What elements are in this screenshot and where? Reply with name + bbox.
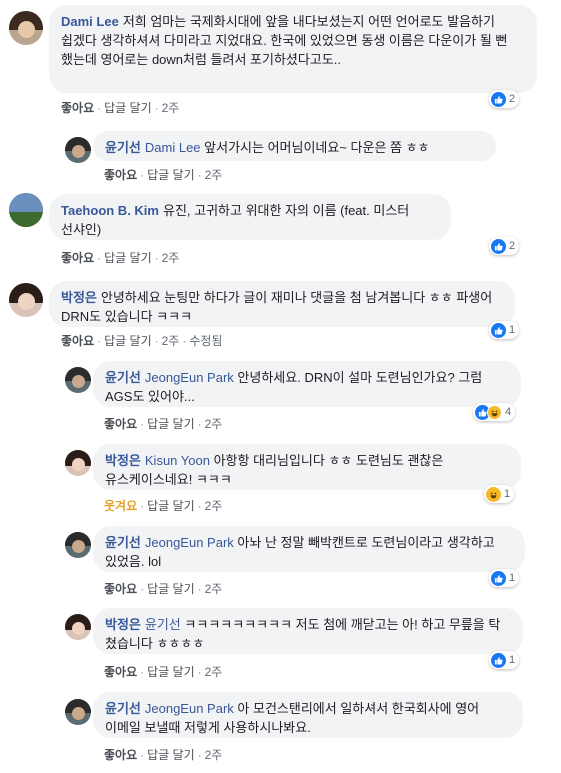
reaction-summary[interactable]: 1 [489,651,520,669]
comment-bubble: Dami Lee 저희 엄마는 국제화시대에 앞을 내다보셨는지 어떤 언어로도 … [49,5,537,93]
reaction-count: 1 [509,572,516,584]
haha-button[interactable]: 웃겨요 [104,499,137,513]
edited-label[interactable]: 수정됨 [189,334,222,348]
reaction-summary[interactable]: 2 [489,90,520,108]
reply-button[interactable]: 답글 달기 [147,665,195,679]
comment-actions: 좋아요 · 답글 달기 · 2주 [104,665,223,679]
reply-button[interactable]: 답글 달기 [104,101,152,115]
comment-bubble: 박정은 안녕하세요 눈팅만 하다가 글이 재미나 댓글을 첨 남겨봅니다 ㅎㅎ 파… [49,281,515,327]
comment-author[interactable]: 윤기선 [105,701,141,716]
timestamp[interactable]: 2주 [205,168,223,182]
reply-button[interactable]: 답글 달기 [147,168,195,182]
comment-mention[interactable]: JeongEun Park [145,535,234,550]
reaction-count: 1 [509,324,516,336]
reaction-summary[interactable]: 1 [489,321,520,339]
avatar[interactable] [65,614,91,640]
like-button[interactable]: 좋아요 [104,417,137,431]
avatar[interactable] [9,11,43,45]
timestamp[interactable]: 2주 [205,582,223,596]
comment-mention[interactable]: Kisun Yoon [145,453,210,468]
like-icon [491,238,506,254]
reaction-summary[interactable]: 4 [473,403,516,421]
comment-author[interactable]: 윤기선 [105,535,141,550]
comment-mention[interactable]: Dami Lee [145,140,201,155]
comment-actions: 좋아요 · 답글 달기 · 2주 [104,168,223,182]
comment-author[interactable]: 박정은 [105,453,141,468]
reply-button[interactable]: 답글 달기 [104,334,152,348]
comment-author[interactable]: 윤기선 [105,140,141,155]
comment-actions: 좋아요 · 답글 달기 · 2주 [104,582,223,596]
reaction-summary[interactable]: 2 [489,237,520,255]
reaction-count: 2 [509,93,516,105]
like-icon [491,570,506,586]
timestamp[interactable]: 2주 [162,101,180,115]
like-icon [491,91,506,107]
timestamp[interactable]: 2주 [162,251,180,265]
timestamp[interactable]: 2주 [162,334,180,348]
reaction-count: 4 [505,406,512,418]
avatar[interactable] [9,283,43,317]
avatar[interactable] [65,367,91,393]
comment-bubble: 박정은 윤기선 ㅋㅋㅋㅋㅋㅋㅋㅋㅋ 저도 첨에 깨닫고는 아! 하고 무릎을 탁 … [93,608,523,654]
reply-button[interactable]: 답글 달기 [104,251,152,265]
like-icon [491,652,506,668]
comment-author[interactable]: Dami Lee [61,14,119,29]
comment-actions: 웃겨요 · 답글 달기 · 2주 [104,499,223,513]
reaction-count: 1 [504,488,511,500]
comment-text: 앞서가시는 어머님이네요~ 다운은 쫌 ㅎㅎ [204,140,430,155]
like-button[interactable]: 좋아요 [104,665,137,679]
avatar[interactable] [9,193,43,227]
haha-icon [487,404,502,420]
comment-bubble: 박정은 Kisun Yoon 아항항 대리님입니다 ㅎㅎ 도련님도 괜찮은 유스케… [93,444,521,490]
comment-text: 안녕하세요 눈팅만 하다가 글이 재미나 댓글을 첨 남겨봅니다 ㅎㅎ 파생어 … [61,290,493,324]
reaction-count: 2 [509,240,516,252]
timestamp[interactable]: 2주 [205,748,223,762]
reaction-summary[interactable]: 1 [489,569,520,587]
comment-actions: 좋아요 · 답글 달기 · 2주 [61,251,180,265]
haha-icon [486,486,501,502]
timestamp[interactable]: 2주 [205,665,223,679]
comment-author[interactable]: Taehoon B. Kim [61,203,159,218]
like-button[interactable]: 좋아요 [104,748,137,762]
reply-button[interactable]: 답글 달기 [147,417,195,431]
avatar[interactable] [65,532,91,558]
like-button[interactable]: 좋아요 [61,334,94,348]
comment-actions: 좋아요 · 답글 달기 · 2주 · 수정됨 [61,334,223,348]
comment-mention[interactable]: 윤기선 [145,617,181,632]
comment-bubble: 윤기선 Dami Lee 앞서가시는 어머님이네요~ 다운은 쫌 ㅎㅎ [93,131,496,161]
comment-text: 저희 엄마는 국제화시대에 앞을 내다보셨는지 어떤 언어로도 발음하기 쉽겠다… [61,14,508,67]
like-button[interactable]: 좋아요 [61,251,94,265]
avatar[interactable] [65,137,91,163]
comment-author[interactable]: 윤기선 [105,370,141,385]
comment-actions: 좋아요 · 답글 달기 · 2주 [61,101,180,115]
reaction-summary[interactable]: 1 [484,485,515,503]
comment-actions: 좋아요 · 답글 달기 · 2주 [104,417,223,431]
reply-button[interactable]: 답글 달기 [147,582,195,596]
comment-mention[interactable]: JeongEun Park [145,701,234,716]
comment-author[interactable]: 박정은 [61,290,97,305]
reaction-count: 1 [509,654,516,666]
reply-button[interactable]: 답글 달기 [147,748,195,762]
comment-bubble: 윤기선 JeongEun Park 아놔 난 정말 빼박캔트로 도련님이라고 생각… [93,526,525,572]
avatar[interactable] [65,699,91,725]
comment-actions: 좋아요 · 답글 달기 · 2주 [104,748,223,762]
comment-bubble: 윤기선 JeongEun Park 안녕하세요. DRN이 설마 도련님인가요? … [93,361,521,407]
timestamp[interactable]: 2주 [205,417,223,431]
like-button[interactable]: 좋아요 [104,582,137,596]
timestamp[interactable]: 2주 [205,499,223,513]
avatar[interactable] [65,450,91,476]
like-button[interactable]: 좋아요 [61,101,94,115]
comment-mention[interactable]: JeongEun Park [145,370,234,385]
reply-button[interactable]: 답글 달기 [147,499,195,513]
comment-author[interactable]: 박정은 [105,617,141,632]
like-button[interactable]: 좋아요 [104,168,137,182]
like-icon [491,322,506,338]
comment-bubble: 윤기선 JeongEun Park 아 모건스탠리에서 일하셔서 한국회사에 영어… [93,692,523,738]
comment-bubble: Taehoon B. Kim 유진, 고귀하고 위대한 자의 이름 (feat. … [49,194,451,240]
